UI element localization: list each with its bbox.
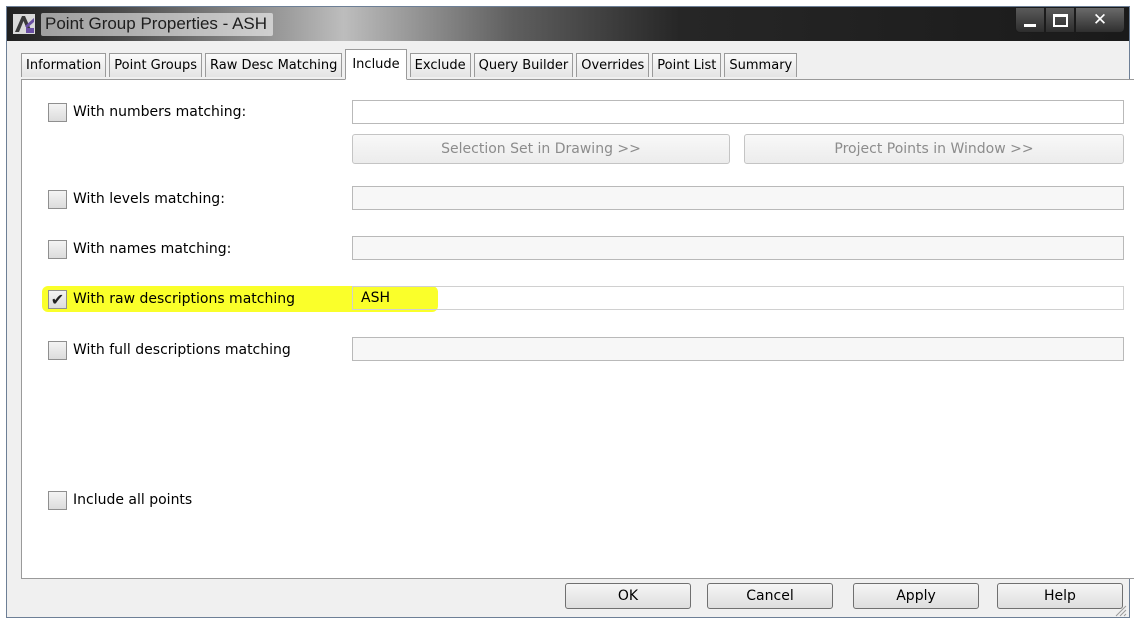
maximize-icon xyxy=(1052,13,1068,27)
numbers-input[interactable] xyxy=(352,100,1124,124)
title-bar[interactable]: Point Group Properties - ASH ✕ xyxy=(7,7,1129,41)
ok-button[interactable]: OK xyxy=(565,583,691,609)
dialog-button-bar: OK Cancel Apply Help xyxy=(7,575,1129,619)
selection-set-button[interactable]: Selection Set in Drawing >> xyxy=(352,134,730,164)
names-label: With names matching: xyxy=(73,241,232,257)
close-button[interactable]: ✕ xyxy=(1075,7,1125,33)
full-descriptions-label: With full descriptions matching xyxy=(73,342,291,358)
levels-row: With levels matching: xyxy=(48,187,225,211)
close-icon: ✕ xyxy=(1092,10,1108,30)
names-checkbox[interactable] xyxy=(48,239,67,259)
include-all-label: Include all points xyxy=(73,492,193,508)
minimize-button[interactable] xyxy=(1015,7,1045,33)
include-panel: With numbers matching: Selection Set in … xyxy=(21,79,1134,579)
raw-descriptions-input[interactable]: ASH xyxy=(352,286,1124,310)
tab-point-groups[interactable]: Point Groups xyxy=(109,53,203,77)
window-title: Point Group Properties - ASH xyxy=(41,13,274,36)
levels-input[interactable] xyxy=(352,186,1124,210)
tab-summary[interactable]: Summary xyxy=(724,53,798,77)
numbers-label: With numbers matching: xyxy=(73,104,247,120)
tab-query-builder[interactable]: Query Builder xyxy=(473,53,574,77)
include-all-checkbox[interactable] xyxy=(48,490,67,510)
tab-include[interactable]: Include xyxy=(345,49,407,80)
levels-label: With levels matching: xyxy=(73,191,225,207)
minimize-icon xyxy=(1024,23,1036,27)
help-button[interactable]: Help xyxy=(997,583,1123,609)
numbers-checkbox[interactable] xyxy=(48,102,67,122)
names-input[interactable] xyxy=(352,236,1124,260)
tab-exclude[interactable]: Exclude xyxy=(409,53,471,77)
full-descriptions-input[interactable] xyxy=(352,337,1124,361)
point-group-properties-dialog: Point Group Properties - ASH ✕ Informati… xyxy=(6,6,1134,619)
project-points-button[interactable]: Project Points in Window >> xyxy=(744,134,1124,164)
tab-information[interactable]: Information xyxy=(21,53,107,77)
apply-button[interactable]: Apply xyxy=(853,583,979,609)
raw-descriptions-label: With raw descriptions matching xyxy=(73,291,295,307)
full-descriptions-checkbox[interactable] xyxy=(48,340,67,360)
raw-descriptions-row: ✔ With raw descriptions matching xyxy=(48,287,333,311)
tab-bar: Information Point Groups Raw Desc Matchi… xyxy=(21,49,800,80)
tab-point-list[interactable]: Point List xyxy=(652,53,722,77)
raw-descriptions-checkbox[interactable]: ✔ xyxy=(48,289,67,309)
cancel-button[interactable]: Cancel xyxy=(707,583,833,609)
levels-checkbox[interactable] xyxy=(48,189,67,209)
names-row: With names matching: xyxy=(48,237,231,261)
maximize-button[interactable] xyxy=(1045,7,1075,33)
tab-overrides[interactable]: Overrides xyxy=(576,53,650,77)
civil3d-app-icon xyxy=(13,14,35,34)
resize-grip-icon[interactable] xyxy=(1113,603,1127,617)
checkmark-icon: ✔ xyxy=(50,289,65,309)
include-all-row: Include all points xyxy=(48,488,192,512)
numbers-row: With numbers matching: xyxy=(48,100,246,124)
full-descriptions-row: With full descriptions matching xyxy=(48,338,333,362)
tab-raw-desc-matching[interactable]: Raw Desc Matching xyxy=(205,53,343,77)
